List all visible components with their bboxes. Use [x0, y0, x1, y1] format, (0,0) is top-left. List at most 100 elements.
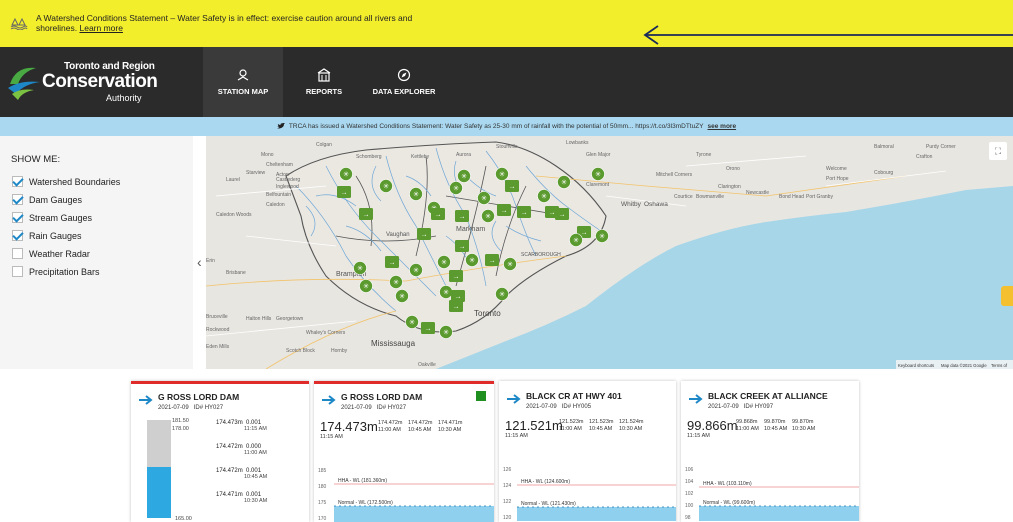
rain-gauge-marker[interactable]: ✳ [359, 279, 373, 293]
level-chart: 106 104 102 100 98 HHA - WL (103.110m) N… [685, 467, 859, 521]
rain-gauge-marker[interactable]: ✳ [495, 287, 509, 301]
collapse-sidebar-chevron-left-icon[interactable]: ‹ [197, 254, 202, 270]
recent-value: 174.472m [378, 420, 403, 426]
alert-learn-more-link[interactable]: Learn more [79, 23, 122, 33]
checkbox-precipitation-bars[interactable] [12, 266, 23, 277]
building-icon [317, 68, 331, 82]
stream-gauge-marker[interactable]: → [497, 204, 511, 216]
checkbox-rain-gauges[interactable] [12, 230, 23, 241]
rain-gauge-marker[interactable]: ✳ [557, 175, 571, 189]
stream-gauge-marker[interactable]: → [505, 180, 519, 192]
stream-gauge-marker[interactable]: → [545, 206, 559, 218]
level-chart: 126 124 122 120 HHA - WL (124.600m) Norm… [503, 467, 676, 521]
stream-gauge-marker[interactable]: → [449, 300, 463, 312]
stream-gauge-marker[interactable]: → [485, 254, 499, 266]
rain-gauge-marker[interactable]: ✳ [569, 233, 583, 247]
tab-data-explorer[interactable]: DATA EXPLORER [364, 47, 444, 117]
recent-time: 11:00 AM [559, 426, 582, 432]
rain-gauge-marker[interactable]: ✳ [465, 253, 479, 267]
tab-station-map[interactable]: STATION MAP [203, 47, 283, 117]
option-weather-radar[interactable]: Weather Radar [12, 248, 90, 259]
rain-gauge-marker[interactable]: ✳ [495, 167, 509, 181]
gauge-card-dam[interactable]: G ROSS LORD DAM 2021-07-09 ID# HY027 181… [131, 381, 309, 522]
option-rain-gauges[interactable]: Rain Gauges [12, 230, 82, 241]
checkbox-watershed-boundaries[interactable] [12, 176, 23, 187]
rain-gauge-marker[interactable]: ✳ [595, 229, 609, 243]
gauge-card-black-cr-401[interactable]: BLACK CR AT HWY 401 2021-07-09 ID# HY005… [499, 381, 676, 522]
y-tick: 122 [503, 499, 512, 505]
rain-gauge-marker[interactable]: ✳ [395, 289, 409, 303]
gauge-card-dam-chart[interactable]: G ROSS LORD DAM 2021-07-09 ID# HY027 174… [314, 381, 494, 522]
card-id: ID# HY097 [743, 404, 774, 410]
recent-value: 121.523m [589, 419, 614, 425]
svg-text:✳: ✳ [393, 279, 399, 287]
option-precipitation-bars[interactable]: Precipitation Bars [12, 266, 100, 277]
top-navigation: Toronto and Region Conservation Authorit… [0, 47, 1013, 117]
checkbox-weather-radar[interactable] [12, 248, 23, 259]
recent-value: 99.870m [764, 419, 786, 425]
rain-gauge-marker[interactable]: ✳ [409, 263, 423, 277]
compass-icon [397, 68, 411, 82]
stream-gauge-marker[interactable]: → [385, 256, 399, 268]
stream-gauge-marker[interactable]: → [421, 322, 435, 334]
rain-gauge-marker[interactable]: ✳ [591, 167, 605, 181]
stream-gauge-marker[interactable]: → [359, 208, 373, 220]
rain-gauge-marker[interactable]: ✳ [477, 191, 491, 205]
option-watershed-boundaries[interactable]: Watershed Boundaries [12, 176, 120, 187]
rain-gauge-marker[interactable]: ✳ [409, 187, 423, 201]
rain-gauge-marker[interactable]: ✳ [503, 257, 517, 271]
pegman-icon[interactable] [1001, 286, 1013, 306]
reading-value: 174.472m [216, 468, 243, 474]
reading-time: 10:45 AM [244, 474, 268, 480]
fullscreen-icon[interactable]: ⛶ [989, 142, 1007, 160]
card-date: 2021-07-09 [708, 404, 739, 410]
svg-text:→: → [425, 326, 432, 333]
checkbox-dam-gauges[interactable] [12, 194, 23, 205]
place-label: Acton [276, 172, 289, 178]
tab-reports[interactable]: REPORTS [284, 47, 364, 117]
option-dam-gauges[interactable]: Dam Gauges [12, 194, 82, 205]
rain-gauge-marker[interactable]: ✳ [537, 189, 551, 203]
svg-text:✳: ✳ [443, 329, 449, 337]
show-me-heading: SHOW ME: [11, 154, 61, 165]
stream-gauge-marker[interactable]: → [455, 240, 469, 252]
gauge-card-black-creek-alliance[interactable]: BLACK CREEK AT ALLIANCE 2021-07-09 ID# H… [681, 381, 859, 522]
stream-gauge-marker[interactable]: → [431, 208, 445, 220]
card-title: BLACK CREEK AT ALLIANCE [708, 391, 828, 401]
stream-gauge-marker[interactable]: → [337, 186, 351, 198]
rain-gauge-marker[interactable]: ✳ [389, 275, 403, 289]
swoosh-logo-icon [8, 67, 40, 100]
stream-gauge-marker[interactable]: → [417, 228, 431, 240]
stream-gauge-marker[interactable]: → [455, 210, 469, 222]
map-canvas[interactable]: Colgan Mono Schomberg Kettleby Aurora St… [206, 136, 1013, 369]
station-map[interactable]: Colgan Mono Schomberg Kettleby Aurora St… [206, 136, 1013, 369]
recent-time: 10:45 AM [408, 427, 432, 433]
rain-gauge-marker[interactable]: ✳ [449, 181, 463, 195]
recent-time: 10:30 AM [438, 427, 462, 433]
rain-gauge-marker[interactable]: ✳ [405, 315, 419, 329]
option-stream-gauges[interactable]: Stream Gauges [12, 212, 92, 223]
stream-gauge-marker[interactable]: → [517, 206, 531, 218]
map-pin-icon [237, 69, 249, 81]
hha-label: HHA - WL (124.600m) [521, 479, 570, 485]
rain-gauge-marker[interactable]: ✳ [457, 169, 471, 183]
card-title: G ROSS LORD DAM [158, 392, 240, 402]
rain-gauge-marker[interactable]: ✳ [339, 167, 353, 181]
checkbox-stream-gauges[interactable] [12, 212, 23, 223]
left-arrow-icon [643, 25, 1013, 45]
rain-gauge-marker[interactable]: ✳ [439, 325, 453, 339]
reading-value: 174.471m [216, 492, 243, 498]
stream-gauge-marker[interactable]: → [449, 270, 463, 282]
rain-gauge-marker[interactable]: ✳ [439, 285, 453, 299]
svg-text:→: → [549, 210, 556, 217]
rain-gauge-marker[interactable]: ✳ [353, 261, 367, 275]
rain-gauge-marker[interactable]: ✳ [379, 179, 393, 193]
rain-gauge-marker[interactable]: ✳ [437, 255, 451, 269]
rain-gauge-marker[interactable]: ✳ [481, 209, 495, 223]
map-keyboard-shortcuts-link[interactable]: Keyboard shortcuts [898, 363, 934, 368]
twitter-see-more-link[interactable]: see more [708, 123, 737, 130]
place-label: Claremont [586, 182, 610, 188]
hha-label: HHA - WL (181.360m) [338, 478, 387, 484]
trca-logo[interactable]: Toronto and Region Conservation Authorit… [6, 57, 176, 107]
map-terms-link[interactable]: Terms of [991, 363, 1008, 368]
